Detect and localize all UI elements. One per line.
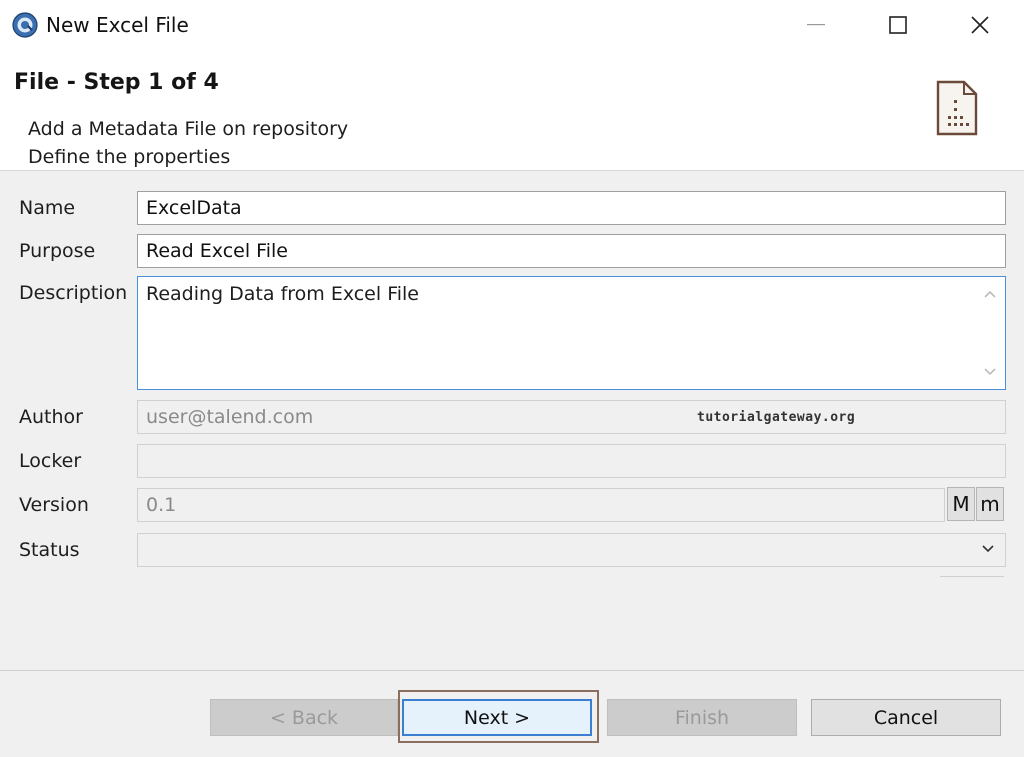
window-title: New Excel File — [46, 13, 189, 37]
author-label: Author — [19, 406, 83, 428]
maximize-icon — [889, 16, 907, 34]
minor-version-button[interactable]: m — [976, 487, 1004, 521]
author-input: user@talend.com — [137, 400, 1006, 434]
major-version-button[interactable]: M — [947, 487, 975, 521]
name-input[interactable]: ExcelData — [137, 191, 1006, 225]
description-textarea[interactable]: Reading Data from Excel File — [137, 276, 1006, 390]
footer-separator — [0, 670, 1024, 671]
back-button[interactable]: < Back — [210, 699, 398, 736]
chevron-down-icon — [982, 545, 994, 553]
purpose-label: Purpose — [19, 240, 96, 262]
step-title: File - Step 1 of 4 — [14, 70, 219, 95]
description-label: Description — [19, 282, 128, 304]
name-label: Name — [19, 197, 76, 219]
cancel-button[interactable]: Cancel — [811, 699, 1001, 736]
close-button[interactable] — [952, 6, 1008, 44]
scroll-up-icon[interactable] — [982, 288, 998, 300]
maximize-button[interactable] — [870, 6, 926, 44]
excel-document-icon — [936, 80, 978, 136]
watermark: tutorialgateway.org — [697, 410, 856, 425]
talend-app-icon — [12, 12, 38, 38]
close-icon — [971, 16, 989, 34]
next-button[interactable]: Next > — [402, 699, 592, 736]
wizard-header: File - Step 1 of 4 Add a Metadata File o… — [0, 52, 1024, 171]
minimize-icon — [807, 24, 825, 26]
header-subdescription: Define the properties — [28, 146, 231, 168]
description-scrollbar[interactable] — [976, 278, 1004, 388]
version-label: Version — [19, 494, 89, 516]
status-label: Status — [19, 539, 80, 561]
scroll-down-icon[interactable] — [982, 366, 998, 378]
title-bar: New Excel File — [0, 0, 1024, 52]
finish-button[interactable]: Finish — [607, 699, 797, 736]
divider — [940, 576, 1004, 577]
minimize-button[interactable] — [788, 6, 844, 44]
locker-label: Locker — [19, 450, 82, 472]
header-description: Add a Metadata File on repository — [28, 118, 349, 140]
purpose-input[interactable]: Read Excel File — [137, 234, 1006, 268]
description-text: Reading Data from Excel File — [146, 283, 419, 305]
locker-input — [137, 444, 1006, 478]
version-input: 0.1 — [137, 488, 945, 522]
status-select[interactable] — [137, 533, 1006, 567]
